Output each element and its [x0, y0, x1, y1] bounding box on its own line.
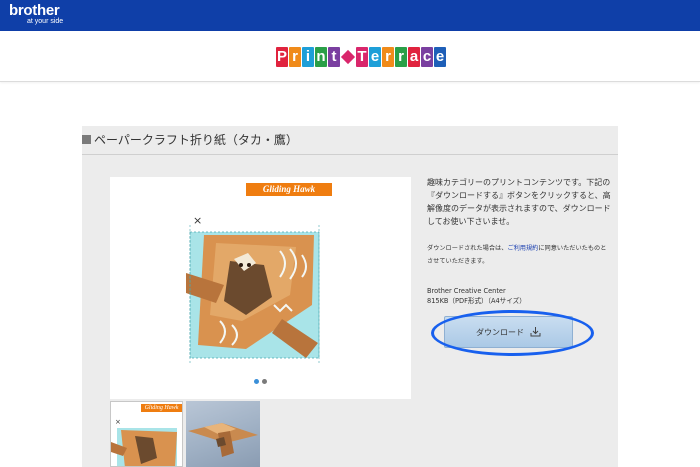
note-prefix: ダウンロードされた場合は、 — [427, 245, 508, 252]
page-title: ペーパークラフト折り紙（タカ・鷹） — [94, 133, 298, 147]
hawk-papercraft-image — [186, 225, 320, 363]
logo-letter: t — [328, 47, 340, 67]
logo-letter: T — [356, 47, 368, 67]
file-meta: 815KB（PDF形式）（A4サイズ） — [427, 297, 526, 305]
logo-letter: i — [302, 47, 314, 67]
terms-link[interactable]: ご利用規約 — [507, 245, 538, 252]
logo-letter: r — [289, 47, 301, 67]
logo-word-print: Print — [276, 47, 341, 67]
download-icon — [530, 327, 541, 337]
brand-tagline: at your side — [27, 18, 64, 25]
carousel-dots — [254, 379, 267, 384]
download-button-label: ダウンロード — [476, 327, 524, 337]
brother-logo[interactable]: brother — [9, 3, 60, 18]
logo-letter: e — [369, 47, 381, 67]
thumbnail-1[interactable]: Gliding Hawk × — [110, 401, 183, 467]
carousel-dot-1[interactable] — [254, 379, 259, 384]
logo-letter: n — [315, 47, 327, 67]
gliding-hawk-banner: Gliding Hawk — [246, 183, 332, 196]
logo-diamond — [340, 49, 356, 65]
carousel-dot-2[interactable] — [262, 379, 267, 384]
terms-note: ダウンロードされた場合は、ご利用規約に同意いただいたものとさせていただきます。 — [427, 242, 612, 268]
logo-letter: r — [395, 47, 407, 67]
print-terrace-logo[interactable]: Print Terrace — [276, 42, 447, 72]
folded-hawk-photo — [188, 423, 258, 457]
thumbnail-2[interactable] — [186, 401, 260, 467]
logo-letter: a — [408, 47, 420, 67]
title-bullet-icon — [82, 135, 91, 144]
logo-letter: r — [382, 47, 394, 67]
description-text: 趣味カテゴリーのプリントコンテンツです。下記の『ダウンロードする』ボタンをクリッ… — [427, 178, 611, 226]
logo-word-terrace: Terrace — [356, 47, 447, 67]
logo-letter: e — [434, 47, 446, 67]
logo-letter: c — [421, 47, 433, 67]
brand-header: brother at your side — [0, 0, 700, 31]
panel-title-bar: ペーパークラフト折り紙（タカ・鷹） — [82, 126, 618, 155]
file-source: Brother Creative Center — [427, 287, 506, 295]
download-button[interactable]: ダウンロード — [444, 316, 573, 348]
logo-letter: P — [276, 47, 288, 67]
thumbnail-hawk-icon — [111, 428, 177, 466]
